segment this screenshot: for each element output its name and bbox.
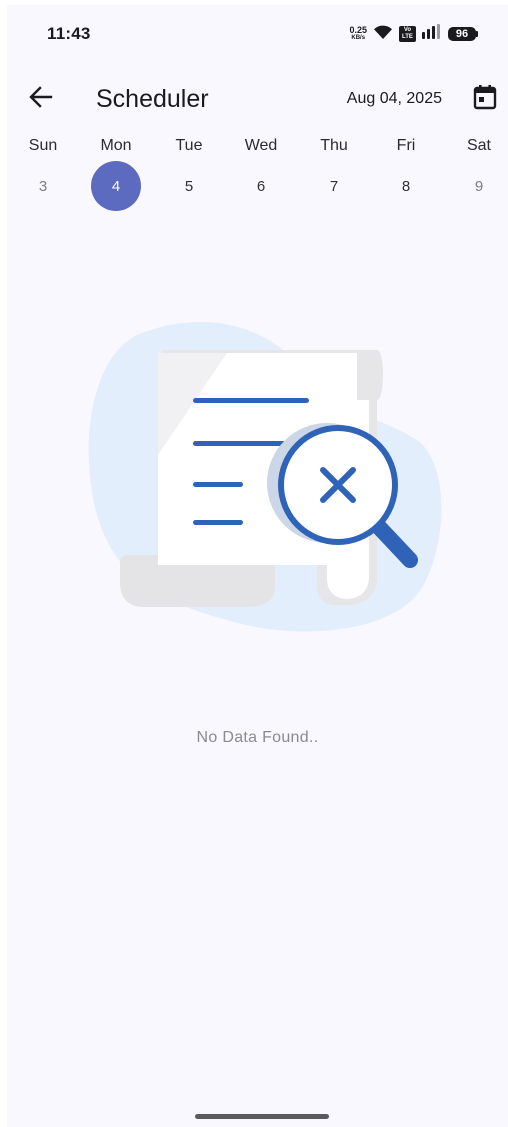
day-number: 6	[256, 177, 266, 195]
day-mon[interactable]: Mon 4	[86, 133, 146, 215]
app-screen: 11:43 0.25 KB/s Vo LTE 96 Scheduler Aug …	[7, 5, 508, 1127]
app-bar: Scheduler Aug 04, 2025	[7, 75, 508, 123]
day-name: Sat	[466, 137, 491, 154]
week-strip: Sun 3 Mon 4 Tue 5 Wed 6 Thu 7 Fri 8 Sat …	[7, 133, 508, 215]
network-speed-value: 0.25	[349, 25, 367, 35]
empty-state-message: No Data Found..	[196, 729, 319, 746]
status-time: 11:43	[47, 24, 91, 43]
day-name: Fri	[396, 137, 416, 154]
day-thu[interactable]: Thu 7	[304, 133, 364, 215]
day-name: Mon	[100, 137, 132, 154]
battery-icon: 96	[448, 27, 478, 41]
home-indicator[interactable]	[195, 1114, 329, 1119]
day-name: Tue	[175, 137, 203, 154]
arrow-left-icon	[29, 85, 53, 113]
wifi-icon	[373, 24, 393, 45]
day-number: 3	[38, 177, 48, 195]
no-results-document-icon	[77, 315, 457, 645]
day-number: 8	[401, 177, 411, 195]
page-title: Scheduler	[96, 85, 209, 113]
calendar-icon	[473, 84, 497, 115]
day-sun[interactable]: Sun 3	[13, 133, 73, 215]
day-tue[interactable]: Tue 5	[159, 133, 219, 215]
day-number: 7	[329, 177, 339, 195]
calendar-button[interactable]	[470, 84, 500, 114]
selected-date: Aug 04, 2025	[346, 90, 442, 107]
day-name: Thu	[320, 137, 348, 154]
signal-icon	[422, 24, 442, 44]
day-fri[interactable]: Fri 8	[376, 133, 436, 215]
status-icons: 0.25 KB/s Vo LTE 96	[349, 23, 478, 45]
network-speed: 0.25 KB/s	[349, 26, 367, 42]
day-name: Wed	[244, 137, 278, 154]
back-button[interactable]	[25, 85, 57, 113]
day-number: 9	[474, 177, 484, 195]
day-number: 5	[184, 177, 194, 195]
day-wed[interactable]: Wed 6	[231, 133, 291, 215]
battery-tip	[476, 31, 478, 37]
day-sat[interactable]: Sat 9	[449, 133, 508, 215]
day-name: Sun	[28, 137, 58, 154]
volte-label-top: Vo	[403, 27, 412, 33]
volte-label-bottom: LTE	[402, 34, 413, 40]
battery-level: 96	[448, 27, 476, 41]
network-speed-unit: KB/s	[351, 35, 366, 41]
day-number-selected: 4	[91, 161, 141, 211]
volte-icon: Vo LTE	[399, 26, 416, 42]
status-bar: 11:43 0.25 KB/s Vo LTE 96	[7, 5, 508, 65]
